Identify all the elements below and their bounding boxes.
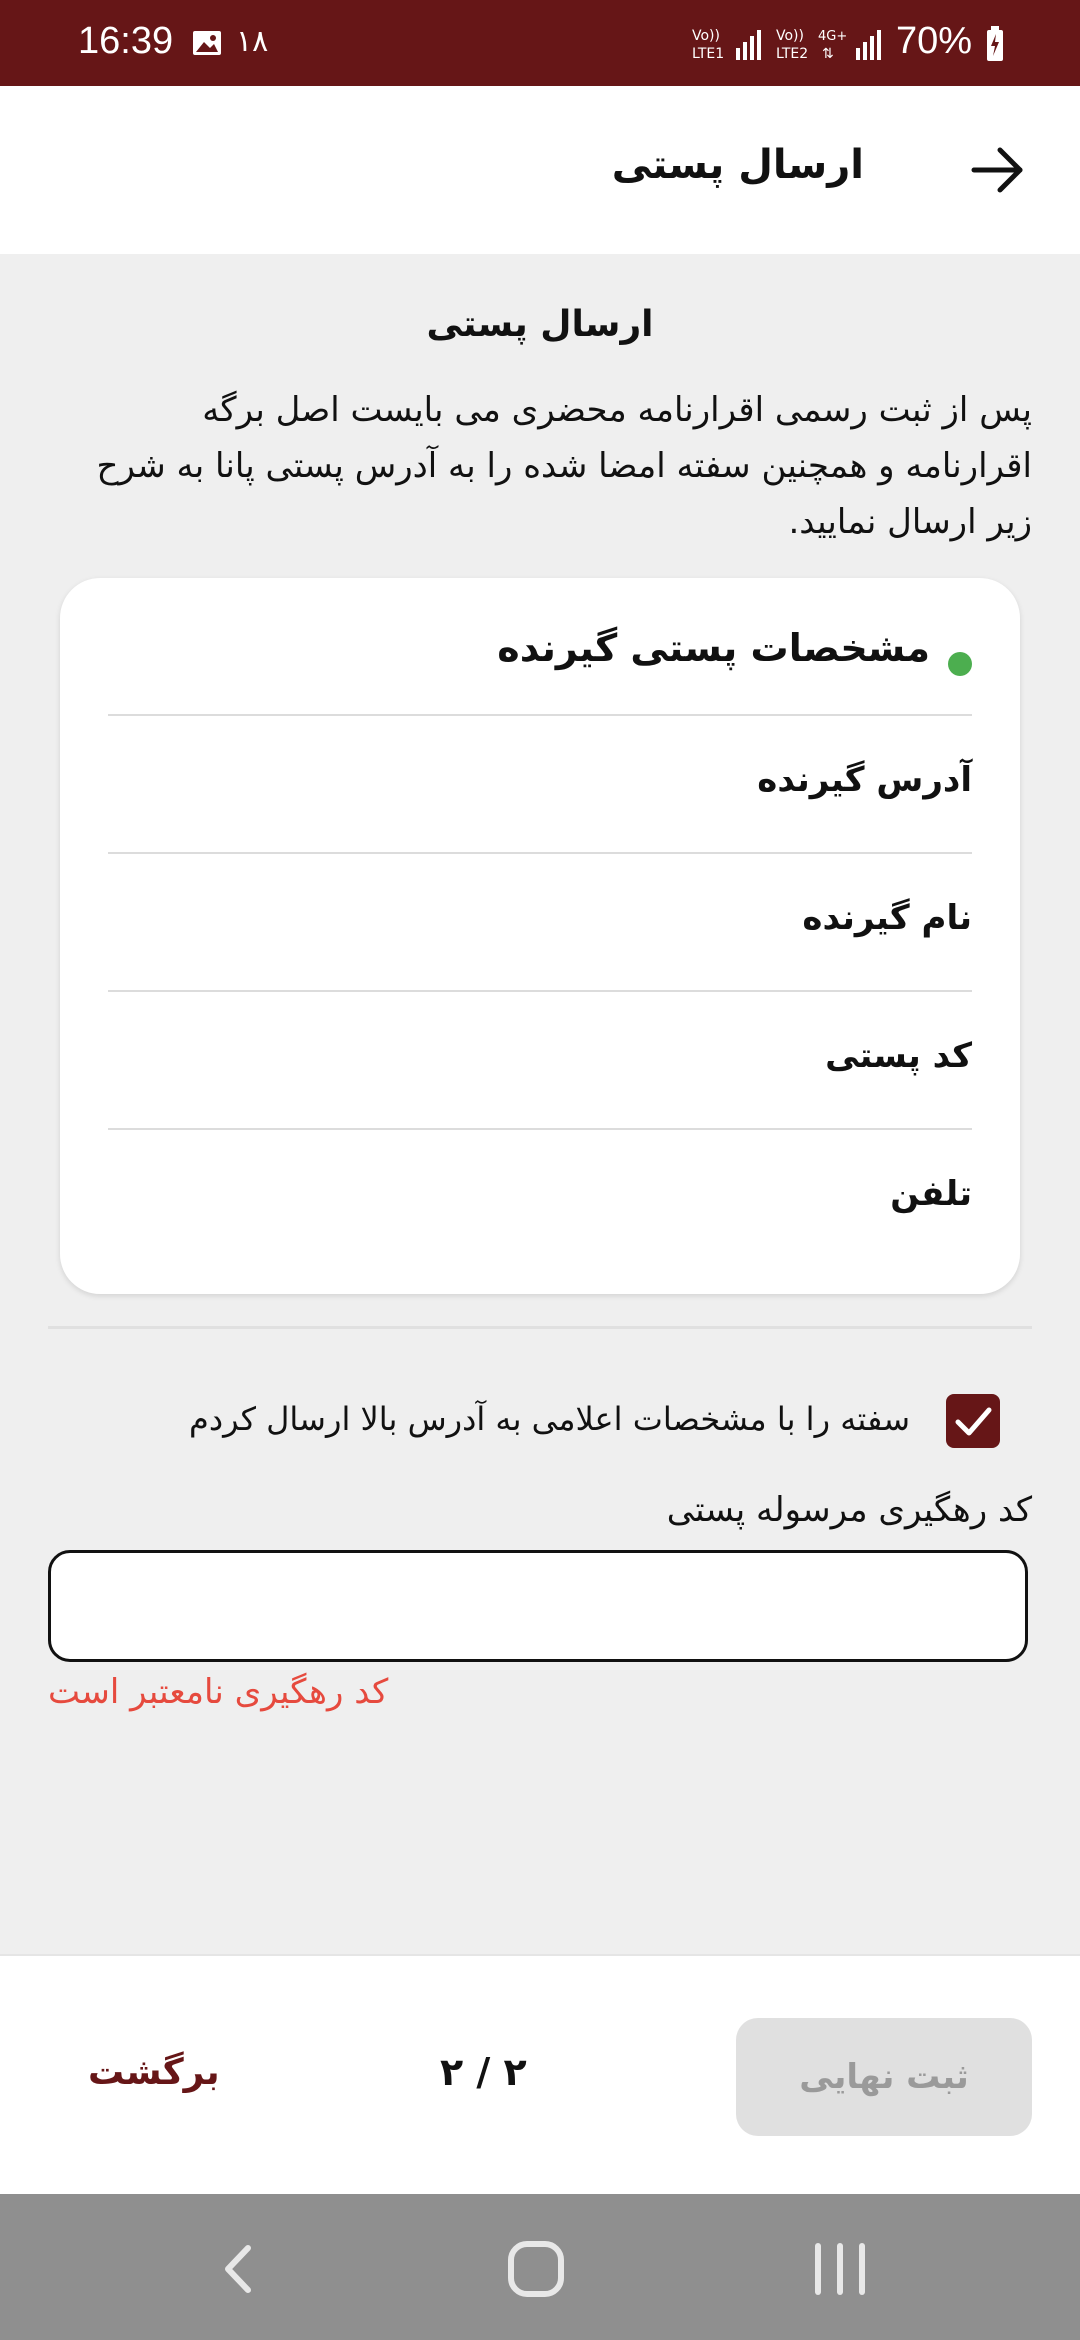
page-title: ارسال پستی bbox=[611, 142, 864, 188]
check-icon bbox=[955, 1407, 992, 1436]
system-nav-bar bbox=[0, 2194, 1080, 2340]
svg-text:4G+: 4G+ bbox=[818, 29, 847, 44]
tracking-label: کد رهگیری مرسوله پستی bbox=[666, 1490, 1032, 1530]
signal-icon: Vo)) LTE1 Vo)) LTE2 4G+ ⇅ bbox=[692, 28, 881, 62]
row-label: نام گیرنده bbox=[802, 898, 972, 938]
tracking-code-input[interactable] bbox=[48, 1550, 1028, 1662]
app-bar: ارسال پستی bbox=[0, 86, 1080, 254]
svg-text:LTE2: LTE2 bbox=[776, 46, 808, 62]
notification-count: ۱۸ bbox=[236, 24, 269, 59]
svg-text:Vo)): Vo)) bbox=[692, 28, 720, 44]
card-header: مشخصات پستی گیرنده bbox=[112, 626, 972, 698]
status-time: 16:39 bbox=[78, 20, 174, 62]
back-button[interactable]: برگشت bbox=[88, 2052, 220, 2093]
page-indicator: ۲ / ۲ bbox=[440, 2050, 527, 2094]
confirm-label: سفته را با مشخصات اعلامی به آدرس بالا ار… bbox=[189, 1400, 910, 1438]
confirm-checkbox[interactable] bbox=[946, 1394, 1000, 1448]
back-arrow-icon[interactable] bbox=[970, 142, 1026, 198]
submit-button[interactable]: ثبت نهایی bbox=[736, 2018, 1032, 2136]
row-label: تلفن bbox=[890, 1174, 972, 1214]
svg-text:LTE1: LTE1 bbox=[692, 46, 724, 62]
tracking-error: کد رهگیری نامعتبر است bbox=[48, 1672, 389, 1712]
status-bar: 16:39 ۱۸ Vo)) LTE1 Vo)) LTE2 4G+ ⇅ 70% bbox=[0, 0, 1080, 86]
divider bbox=[48, 1326, 1032, 1329]
row-label: آدرس گیرنده bbox=[757, 760, 972, 800]
row-label: کد پستی bbox=[825, 1036, 972, 1076]
intro-text: پس از ثبت رسمی اقرارنامه محضری می بایست … bbox=[96, 390, 1032, 542]
bottom-bar: ثبت نهایی ۲ / ۲ برگشت bbox=[0, 1954, 1080, 2196]
gallery-icon bbox=[193, 31, 221, 55]
phone-row: تلفن bbox=[108, 1128, 972, 1268]
section-title: ارسال پستی bbox=[426, 304, 654, 345]
nav-recents-icon[interactable] bbox=[800, 2234, 880, 2304]
nav-back-icon[interactable] bbox=[200, 2234, 280, 2304]
battery-icon bbox=[987, 26, 1003, 61]
confirm-row[interactable]: سفته را با مشخصات اعلامی به آدرس بالا ار… bbox=[60, 1394, 1000, 1458]
battery-level: 70% bbox=[896, 20, 973, 62]
recipient-address-row: آدرس گیرنده bbox=[108, 714, 972, 854]
svg-text:Vo)): Vo)) bbox=[776, 28, 804, 44]
recipient-name-row: نام گیرنده bbox=[108, 852, 972, 992]
recipient-card: مشخصات پستی گیرنده آدرس گیرنده نام گیرند… bbox=[60, 578, 1020, 1294]
svg-text:⇅: ⇅ bbox=[822, 46, 834, 62]
nav-home-icon[interactable] bbox=[496, 2234, 576, 2304]
card-title: مشخصات پستی گیرنده bbox=[497, 626, 930, 670]
postal-code-row: کد پستی bbox=[108, 990, 972, 1130]
status-dot-icon bbox=[948, 652, 972, 676]
